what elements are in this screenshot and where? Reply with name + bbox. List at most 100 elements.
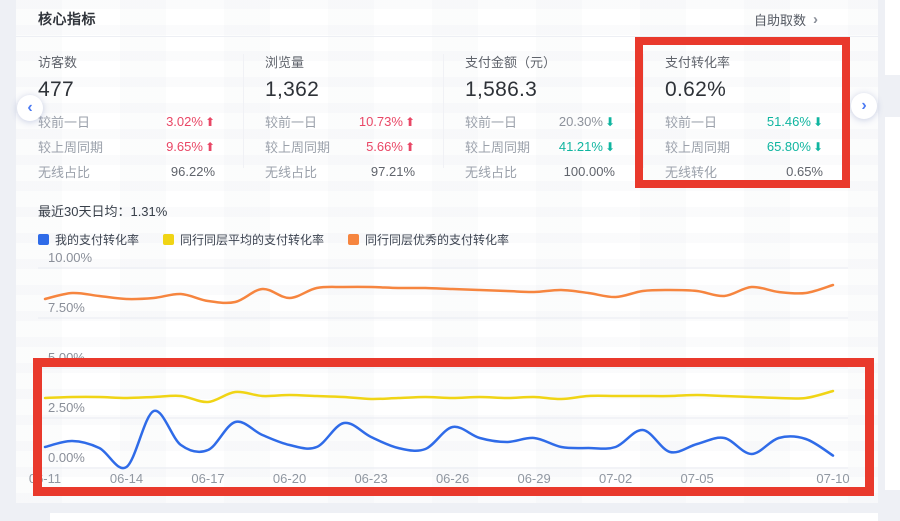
- metric-card-pageviews[interactable]: 浏览量1,362较前一日10.73%⬆较上周同期5.66%⬆无线占比97.21%: [243, 40, 443, 180]
- metric-row-number: 0.65%: [786, 164, 823, 179]
- metric-row-label: 较前一日: [665, 112, 717, 131]
- down-arrow-icon: ⬇: [813, 116, 823, 128]
- metric-row: 较前一日 3.02%⬆: [38, 109, 215, 134]
- metric-row-number: 9.65%: [166, 139, 203, 154]
- up-arrow-icon: ⬆: [405, 141, 415, 153]
- metric-title: 访客数: [38, 52, 215, 71]
- chevron-right-icon: ›: [813, 13, 818, 26]
- metric-row-label: 无线转化: [665, 162, 717, 181]
- metric-row-label: 较上周同期: [265, 137, 330, 156]
- down-arrow-icon: ⬇: [605, 116, 615, 128]
- metric-row-label: 无线占比: [465, 162, 517, 181]
- metric-rows: 较前一日 3.02%⬆ 较上周同期 9.65%⬆ 无线占比 96.22%: [38, 109, 215, 184]
- metric-row: 无线占比 100.00%: [465, 159, 615, 184]
- adjacent-panel-fragment: [885, 0, 900, 75]
- chevron-left-icon: ‹: [27, 99, 32, 117]
- self-service-data-link[interactable]: 自助取数 ›: [754, 10, 818, 29]
- carousel-prev-button[interactable]: ‹: [17, 95, 43, 121]
- chevron-right-icon: ›: [861, 97, 866, 115]
- metric-row-label: 无线占比: [38, 162, 90, 181]
- metric-row-label: 较上周同期: [465, 137, 530, 156]
- legend-item-1[interactable]: 同行同层平均的支付转化率: [163, 231, 324, 248]
- down-arrow-icon: ⬇: [605, 141, 615, 153]
- up-arrow-icon: ⬆: [205, 141, 215, 153]
- metric-row-label: 较前一日: [465, 112, 517, 131]
- metric-row: 无线占比 97.21%: [265, 159, 415, 184]
- legend-label: 我的支付转化率: [55, 231, 139, 248]
- metric-card-conversion-rate[interactable]: 支付转化率 0.62% 较前一日 51.46%⬇ 较上周同期 65.80%⬇ 无线转化 0.6…: [643, 40, 878, 180]
- card-separator: [643, 54, 644, 168]
- metric-row: 较上周同期 41.21%⬇: [465, 134, 615, 159]
- metric-row-value: 51.46%⬇: [767, 114, 823, 129]
- x-axis-label: 06-29: [506, 471, 562, 486]
- metric-row-number: 20.30%: [559, 114, 603, 129]
- legend-label: 同行同层平均的支付转化率: [180, 231, 324, 248]
- metric-value: 1,586.3: [465, 78, 615, 102]
- metric-card-visitors[interactable]: 访客数 477 较前一日 3.02%⬆ 较上周同期 9.65%⬆ 无线占比 96.22%: [16, 40, 243, 180]
- metric-row-value: 3.02%⬆: [166, 114, 215, 129]
- legend-swatch-icon: [348, 234, 359, 245]
- card-separator: [443, 54, 444, 168]
- metric-row-label: 较前一日: [38, 112, 90, 131]
- x-axis-label: 06-20: [262, 471, 318, 486]
- metric-row-value: 96.22%: [171, 164, 215, 179]
- x-axis-label: 06-23: [343, 471, 399, 486]
- metric-row-value: 100.00%: [564, 164, 615, 179]
- x-axis-label: 06-11: [17, 471, 73, 486]
- metric-row-label: 较前一日: [265, 112, 317, 131]
- x-axis-label: 06-14: [99, 471, 155, 486]
- metric-rows: 较前一日 51.46%⬇ 较上周同期 65.80%⬇ 无线转化 0.65%: [665, 109, 823, 184]
- legend-item-0[interactable]: 我的支付转化率: [38, 231, 139, 248]
- legend-item-2[interactable]: 同行同层优秀的支付转化率: [348, 231, 509, 248]
- metric-row: 无线占比 96.22%: [38, 159, 215, 184]
- metric-row: 较上周同期 65.80%⬇: [665, 134, 823, 159]
- y-axis-label: 10.00%: [48, 250, 92, 265]
- metric-row-number: 100.00%: [564, 164, 615, 179]
- self-service-data-label: 自助取数: [754, 10, 806, 29]
- metric-row-label: 较上周同期: [665, 137, 730, 156]
- metric-row-number: 96.22%: [171, 164, 215, 179]
- metric-row-value: 97.21%: [371, 164, 415, 179]
- series-line-2: [45, 285, 833, 303]
- series-line-1: [45, 391, 833, 402]
- down-arrow-icon: ⬇: [813, 141, 823, 153]
- metric-title: 支付转化率: [665, 52, 823, 71]
- series-line-0: [45, 411, 833, 468]
- x-axis-label: 07-10: [805, 471, 861, 486]
- y-axis-label: 7.50%: [48, 300, 85, 315]
- y-axis-label: 2.50%: [48, 400, 85, 415]
- page-title: 核心指标: [38, 9, 96, 29]
- up-arrow-icon: ⬆: [405, 116, 415, 128]
- metric-row-value: 20.30%⬇: [559, 114, 615, 129]
- metric-row-value: 0.65%: [786, 164, 823, 179]
- metric-row-number: 3.02%: [166, 114, 203, 129]
- metric-rows: 较前一日 10.73%⬆ 较上周同期 5.66%⬆ 无线占比 97.21%: [265, 109, 415, 184]
- x-axis-label: 07-05: [669, 471, 725, 486]
- legend-swatch-icon: [38, 234, 49, 245]
- metric-row-number: 5.66%: [366, 139, 403, 154]
- metric-row-value: 9.65%⬆: [166, 139, 215, 154]
- metric-title: 浏览量: [265, 52, 415, 71]
- carousel-next-button[interactable]: ›: [851, 93, 877, 119]
- metric-row-number: 10.73%: [359, 114, 403, 129]
- metric-row: 较上周同期 9.65%⬆: [38, 134, 215, 159]
- up-arrow-icon: ⬆: [205, 116, 215, 128]
- y-axis-label: 0.00%: [48, 450, 85, 465]
- chart-average-label: 最近30天日均：1.31%: [38, 201, 167, 220]
- legend-label: 同行同层优秀的支付转化率: [365, 231, 509, 248]
- metric-title: 支付金额（元）: [465, 52, 615, 71]
- card-separator: [243, 54, 244, 168]
- metric-row: 无线转化 0.65%: [665, 159, 823, 184]
- chart-legend: 我的支付转化率 同行同层平均的支付转化率 同行同层优秀的支付转化率: [38, 231, 509, 248]
- x-axis-label: 07-02: [588, 471, 644, 486]
- metric-row-number: 65.80%: [767, 139, 811, 154]
- metric-rows: 较前一日 20.30%⬇ 较上周同期 41.21%⬇ 无线占比 100.00%: [465, 109, 615, 184]
- metric-value: 0.62%: [665, 78, 823, 102]
- metric-row-label: 较上周同期: [38, 137, 103, 156]
- metric-value: 477: [38, 78, 215, 102]
- metric-card-payment-amount[interactable]: 支付金额（元） 1,586.3 较前一日 20.30%⬇ 较上周同期 41.21%⬇ 无线占…: [443, 40, 643, 180]
- metric-row: 较前一日 51.46%⬇: [665, 109, 823, 134]
- metric-row-number: 51.46%: [767, 114, 811, 129]
- metric-row-value: 41.21%⬇: [559, 139, 615, 154]
- metric-row-label: 无线占比: [265, 162, 317, 181]
